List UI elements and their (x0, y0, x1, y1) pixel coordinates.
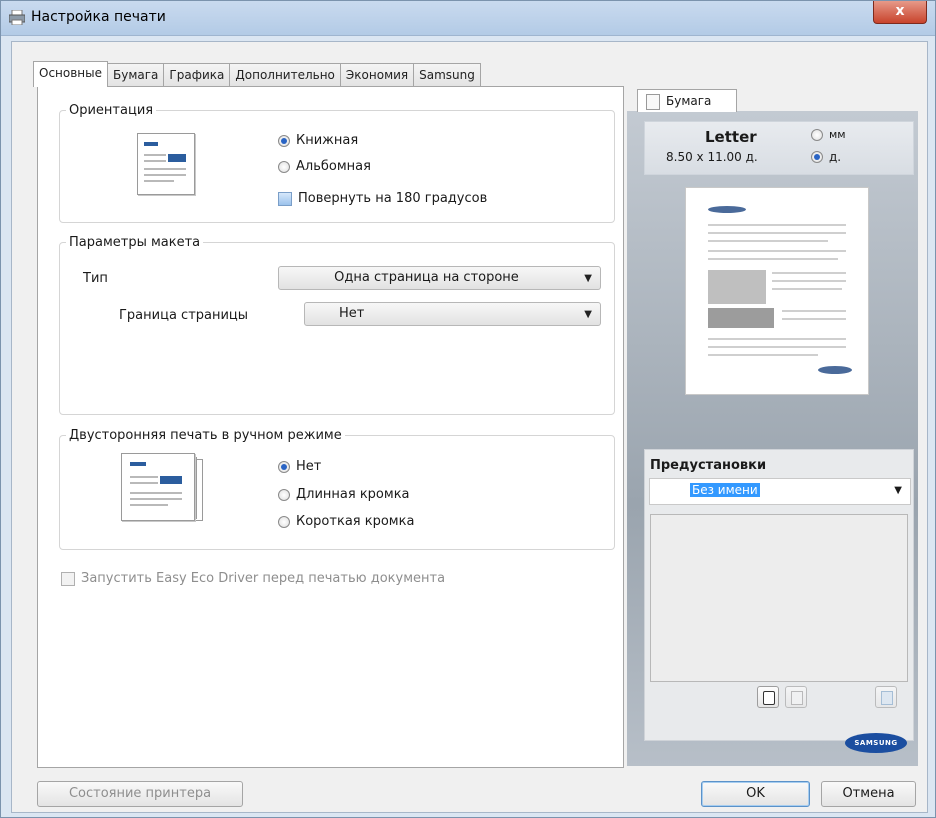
chevron-down-icon: ▼ (584, 273, 592, 284)
eco-driver-label: Запустить Easy Eco Driver перед печатью … (81, 571, 446, 586)
paper-size-box: Letter 8.50 x 11.00 д. мм д. (644, 121, 914, 175)
page-icon (646, 94, 660, 110)
new-preset-button[interactable] (757, 686, 779, 708)
layout-type-label: Тип (83, 271, 108, 286)
blank-page-icon (763, 691, 775, 705)
duplex-legend: Двусторонняя печать в ручном режиме (69, 428, 342, 443)
tab-samsung[interactable]: Samsung (413, 63, 481, 86)
duplex-long-label: Длинная кромка (296, 487, 410, 502)
title-bar: Настройка печати x (1, 1, 935, 36)
paper-preview-tab-label: Бумага (666, 94, 712, 108)
cancel-button[interactable]: Отмена (821, 781, 916, 807)
landscape-option[interactable]: Альбомная (278, 159, 371, 174)
printer-status-button[interactable]: Состояние принтера (37, 781, 243, 807)
presets-title: Предустановки (650, 458, 767, 473)
duplex-none-radio[interactable] (278, 460, 290, 473)
portrait-document-icon (137, 133, 195, 195)
presets-combo[interactable]: Без имени ▼ (649, 478, 911, 505)
portrait-radio[interactable] (278, 134, 290, 147)
samsung-logo: SAMSUNG (845, 733, 907, 753)
layout-type-value: Одна страница на стороне (334, 270, 519, 285)
page-preview (685, 187, 869, 395)
paper-dimensions: 8.50 x 11.00 д. (666, 150, 758, 164)
tab-strip: Основные Бумага Графика Дополнительно Эк… (33, 61, 481, 87)
landscape-radio[interactable] (278, 160, 290, 173)
preset-value: Без имени (690, 483, 760, 497)
page-border-label: Граница страницы (119, 308, 249, 323)
duplex-long-option[interactable]: Длинная кромка (278, 487, 410, 502)
preview-image-block (708, 270, 766, 304)
duplex-short-radio[interactable] (278, 515, 290, 528)
layout-legend: Параметры макета (69, 235, 201, 250)
unit-mm-radio[interactable] (811, 128, 823, 141)
unit-mm-option[interactable]: мм (811, 128, 846, 141)
eco-driver-checkbox[interactable] (61, 571, 75, 586)
landscape-label: Альбомная (296, 159, 371, 174)
tab-advanced[interactable]: Дополнительно (229, 63, 341, 86)
preview-photo-block (708, 308, 774, 328)
delete-preset-button[interactable] (875, 686, 897, 708)
duplex-long-radio[interactable] (278, 488, 290, 501)
paper-name: Letter (705, 128, 757, 146)
presets-list[interactable] (650, 514, 908, 682)
page-border-select[interactable]: Нет ▼ (304, 302, 601, 326)
duplex-short-label: Короткая кромка (296, 514, 415, 529)
rotate-checkbox[interactable] (278, 191, 292, 206)
tab-economy[interactable]: Экономия (339, 63, 415, 86)
save-preset-button[interactable] (785, 686, 807, 708)
save-icon (791, 691, 803, 705)
print-settings-window: Настройка печати x Основные Бумага Графи… (0, 0, 936, 818)
duplex-none-option[interactable]: Нет (278, 459, 321, 474)
chevron-down-icon: ▼ (894, 485, 902, 496)
rotate-label: Повернуть на 180 градусов (298, 191, 488, 206)
window-title: Настройка печати (31, 9, 166, 25)
unit-inch-radio[interactable] (811, 151, 823, 163)
tab-paper[interactable]: Бумага (107, 63, 165, 86)
ok-button[interactable]: OK (701, 781, 810, 807)
preview-header-logo (708, 206, 746, 213)
orientation-legend: Ориентация (69, 103, 154, 118)
page-border-value: Нет (339, 306, 365, 321)
unit-mm-label: мм (829, 128, 846, 141)
close-button[interactable]: x (873, 1, 927, 24)
duplex-none-label: Нет (296, 459, 322, 474)
unit-inch-option[interactable]: д. (811, 150, 841, 164)
tab-graphics[interactable]: Графика (163, 63, 231, 86)
unit-inch-label: д. (829, 150, 842, 164)
rotate-option[interactable]: Повернуть на 180 градусов (278, 191, 487, 206)
portrait-label: Книжная (296, 133, 359, 148)
chevron-down-icon: ▼ (584, 309, 592, 320)
delete-icon (881, 691, 893, 705)
tab-basic[interactable]: Основные (33, 61, 109, 87)
presets-panel: Предустановки Без имени ▼ (644, 449, 914, 741)
duplex-document-icon (121, 453, 195, 521)
portrait-option[interactable]: Книжная (278, 133, 358, 148)
paper-preview-tab[interactable]: Бумага (637, 89, 737, 112)
printer-icon (9, 10, 25, 25)
layout-type-select[interactable]: Одна страница на стороне ▼ (278, 266, 601, 290)
eco-driver-option[interactable]: Запустить Easy Eco Driver перед печатью … (61, 571, 445, 586)
preview-footer-logo (818, 366, 852, 374)
duplex-short-option[interactable]: Короткая кромка (278, 514, 414, 529)
